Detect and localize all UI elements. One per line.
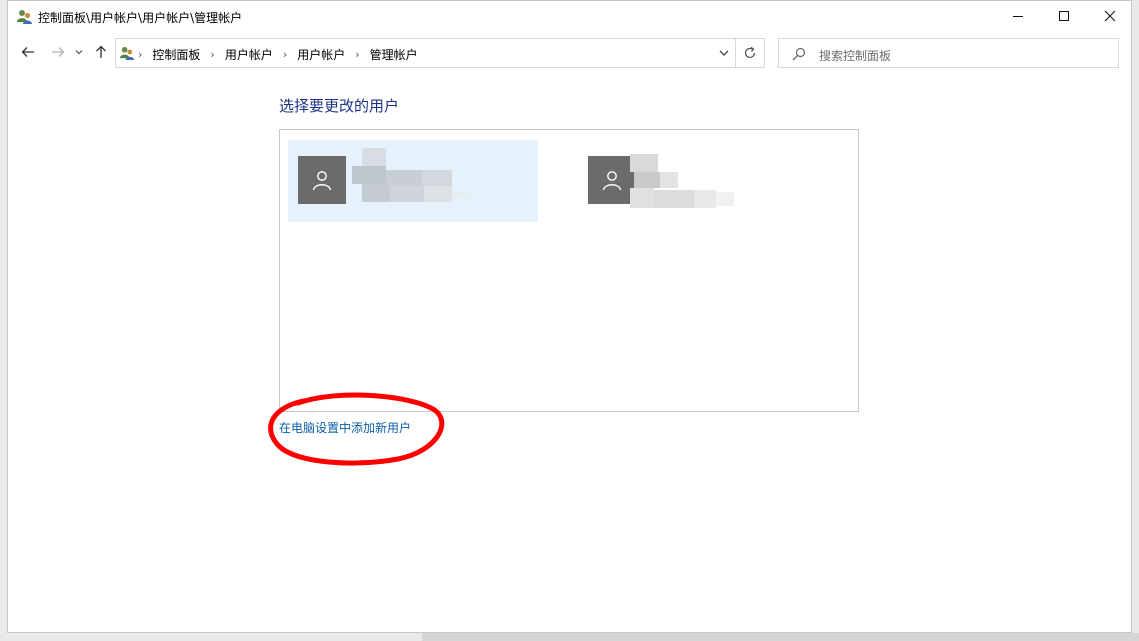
chevron-down-icon[interactable] [716,45,732,61]
breadcrumb-item[interactable]: 用户帐户 [225,46,273,63]
up-button[interactable] [91,41,111,63]
address-bar[interactable]: › 控制面板 › 用户帐户 › 用户帐户 › 管理帐户 [115,38,765,68]
maximize-icon [1059,11,1069,21]
breadcrumb-separator[interactable]: › [355,48,359,61]
title-bar: 控制面板\用户帐户\用户帐户\管理帐户 [8,1,1131,32]
breadcrumb-separator[interactable]: › [283,48,287,61]
users-app-icon [17,10,32,24]
user-name-redacted [352,148,472,212]
back-arrow-icon [21,47,34,57]
breadcrumb-separator[interactable]: › [210,48,214,61]
minimize-icon [1013,16,1023,17]
user-list [279,129,859,412]
breadcrumb-separator[interactable]: › [138,48,142,61]
recent-dropdown-icon [75,50,83,55]
breadcrumb-item[interactable]: 用户帐户 [297,46,345,63]
back-button[interactable] [18,41,38,63]
page-title: 选择要更改的用户 [279,97,400,115]
close-button[interactable] [1087,1,1133,31]
close-icon [1104,10,1116,22]
user-tile[interactable] [578,140,828,222]
refresh-icon [744,46,756,59]
users-app-icon [119,46,135,61]
user-tile[interactable] [288,140,538,222]
window-title: 控制面板\用户帐户\用户帐户\管理帐户 [38,11,243,25]
breadcrumb-item[interactable]: 控制面板 [152,46,200,63]
breadcrumb-item[interactable]: 管理帐户 [370,46,418,63]
navigation-bar: › 控制面板 › 用户帐户 › 用户帐户 › 管理帐户 搜索控制面板 [8,37,1131,69]
refresh-button[interactable] [735,38,764,68]
control-panel-window: 控制面板\用户帐户\用户帐户\管理帐户 › 控制面板 › 用户帐户 › 用户帐户… [7,0,1132,633]
avatar [588,156,636,204]
search-input[interactable]: 搜索控制面板 [819,47,891,64]
search-box[interactable]: 搜索控制面板 [778,38,1119,68]
maximize-button[interactable] [1041,1,1087,31]
desktop-edge [422,633,1139,641]
user-avatar-icon [602,171,622,191]
minimize-button[interactable] [995,1,1041,31]
forward-arrow-icon [52,47,65,57]
recent-locations-button[interactable] [72,41,86,63]
search-icon [792,47,806,61]
up-arrow-icon [96,45,106,58]
breadcrumb: › 控制面板 › 用户帐户 › 用户帐户 › 管理帐户 [138,46,418,63]
user-name-redacted [630,148,750,212]
forward-button[interactable] [48,41,68,63]
avatar [298,156,346,204]
add-new-user-link[interactable]: 在电脑设置中添加新用户 [279,419,411,436]
user-avatar-icon [312,171,332,191]
